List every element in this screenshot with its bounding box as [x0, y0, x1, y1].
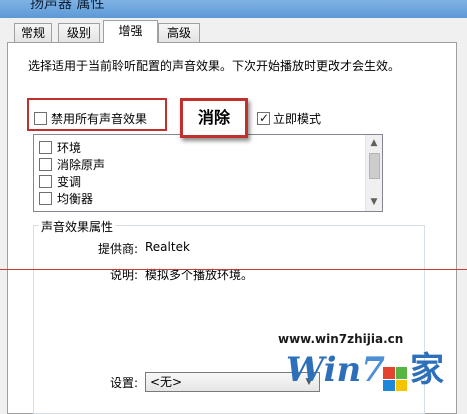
disable-all-effects-row[interactable]: 禁用所有声音效果: [34, 110, 147, 127]
watermark-logo-suffix: 家: [410, 350, 444, 390]
window-title: 扬声器 属性: [30, 0, 105, 12]
effect-label: 消除原声: [57, 157, 106, 172]
immediate-mode-checkbox[interactable]: [257, 110, 270, 126]
tab-levels[interactable]: 级别: [58, 23, 100, 42]
effect-label: 均衡器: [57, 191, 94, 206]
immediate-mode-label: 立即模式: [273, 112, 322, 126]
effect-checkbox[interactable]: [39, 140, 52, 154]
immediate-mode-row[interactable]: 立即模式: [257, 110, 321, 127]
watermark-url: www.win7zhijia.cn: [278, 332, 404, 346]
effect-checkbox[interactable]: [39, 191, 52, 205]
list-item[interactable]: 变调: [39, 173, 81, 189]
windows-flag-icon: [383, 367, 407, 391]
provider-value: Realtek: [145, 240, 190, 254]
scroll-down-arrow-icon[interactable]: ▼: [366, 195, 382, 209]
watermark-logo-text: Win7: [286, 350, 385, 390]
effect-label: 环境: [57, 140, 82, 155]
settings-label: 设置:: [109, 376, 138, 390]
tab-enhancements[interactable]: 增强: [103, 20, 158, 43]
scroll-up-arrow-icon[interactable]: ▲: [366, 136, 382, 150]
list-item[interactable]: 环境: [39, 139, 81, 155]
effect-properties-group-label: 声音效果属性: [39, 218, 116, 235]
window-title-bar[interactable]: 扬声器 属性: [0, 0, 467, 18]
scroll-thumb[interactable]: [369, 153, 380, 179]
effects-list-scrollbar[interactable]: ▲ ▼: [365, 135, 382, 211]
annotation-callout: 消除: [180, 98, 248, 138]
tab-general[interactable]: 常规: [14, 23, 52, 42]
list-item[interactable]: 消除原声: [39, 156, 105, 172]
settings-dropdown-value: <无>: [150, 375, 183, 389]
disable-all-effects-label: 禁用所有声音效果: [51, 112, 148, 126]
watermark-logo-prefix: Win: [286, 350, 362, 390]
effect-label: 变调: [57, 174, 82, 189]
disable-all-effects-checkbox[interactable]: [34, 112, 47, 125]
watermark-logo-seven: 7: [361, 350, 385, 390]
provider-label: 提供商:: [97, 242, 138, 256]
list-item[interactable]: 均衡器: [39, 190, 93, 206]
annotation-line: [0, 269, 467, 270]
tab-advanced[interactable]: 高级: [158, 23, 200, 42]
effects-list[interactable]: 环境 消除原声 变调 均衡器 ▲ ▼: [33, 134, 383, 212]
enhancements-description: 选择适用于当前聆听配置的声音效果。下次开始播放时更改才会生效。: [28, 59, 401, 73]
effect-checkbox[interactable]: [39, 174, 52, 188]
effect-checkbox[interactable]: [39, 157, 52, 171]
